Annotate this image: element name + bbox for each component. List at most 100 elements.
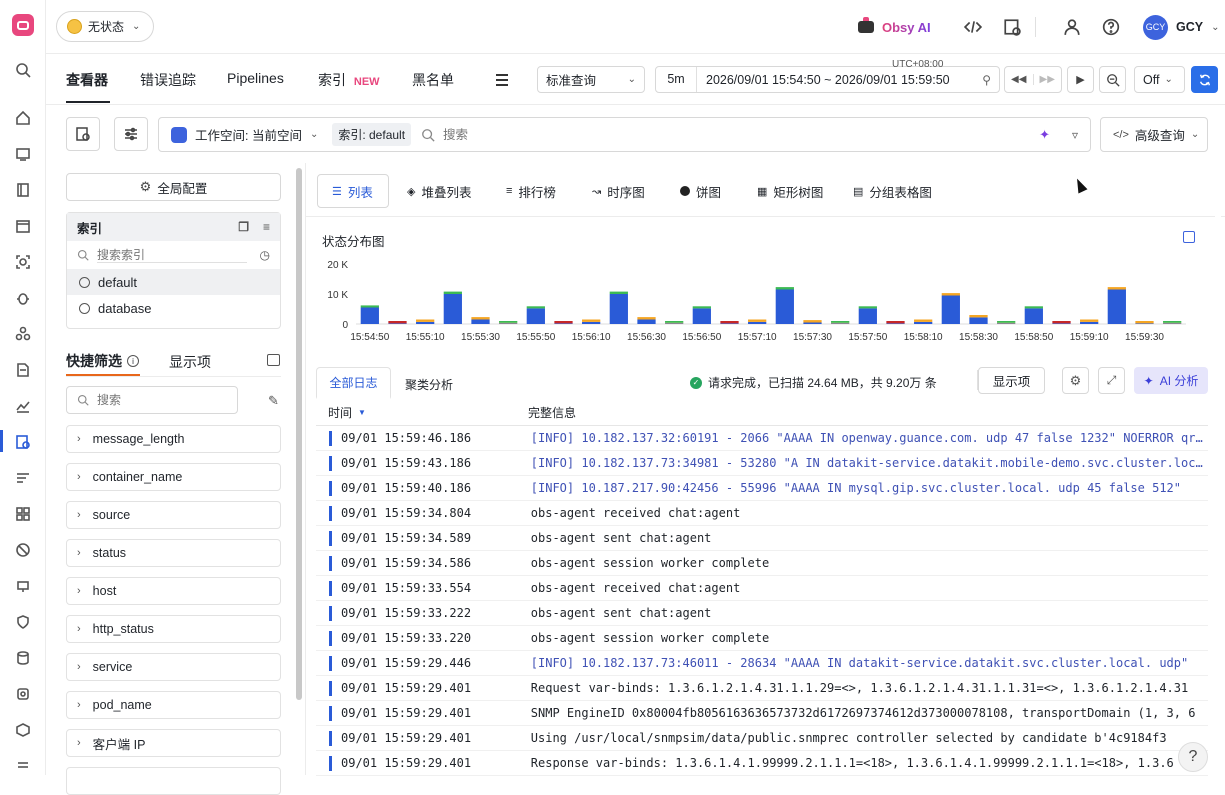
log-explorer-icon[interactable]	[14, 433, 32, 451]
tab-treemap[interactable]: ▦ 矩形树图	[757, 174, 823, 208]
bar-info[interactable]	[1135, 323, 1154, 324]
workspace-select[interactable]: 工作空间: 当前空间 ⌄	[159, 125, 318, 144]
index-item-default[interactable]: default	[67, 269, 280, 295]
filter-field[interactable]: › 客户端 IP	[66, 729, 281, 757]
chart-export-icon[interactable]	[1183, 231, 1195, 243]
save-query-button[interactable]	[66, 117, 100, 151]
refresh-button[interactable]	[1191, 66, 1218, 93]
copy-icon[interactable]: ❐	[238, 220, 249, 234]
tab-all-logs[interactable]: 全部日志	[316, 367, 391, 399]
bar-info[interactable]	[471, 319, 490, 325]
table-row[interactable]: 09/01 15:59:34.586 obs-agent session work…	[316, 551, 1208, 576]
cluster-icon[interactable]	[14, 325, 32, 343]
bar-info[interactable]	[831, 323, 850, 324]
bar-error[interactable]	[886, 321, 905, 324]
bar-warning[interactable]	[941, 293, 960, 296]
tab-quick-filter[interactable]: 快捷筛选 i	[66, 351, 139, 371]
filter-field[interactable]: › container_name	[66, 463, 281, 491]
user-menu[interactable]: GCY GCY ⌄	[1143, 0, 1219, 54]
bar-ok[interactable]	[775, 287, 794, 290]
bar-warning[interactable]	[831, 322, 850, 324]
bar-warning[interactable]	[637, 317, 656, 320]
bar-ok[interactable]	[443, 291, 462, 294]
bar-info[interactable]	[997, 323, 1016, 324]
bar-ok[interactable]	[831, 321, 850, 323]
grid-icon[interactable]	[14, 505, 32, 523]
bar-ok[interactable]	[1163, 321, 1182, 323]
alert-icon[interactable]	[14, 577, 32, 595]
bar-ok[interactable]	[665, 321, 684, 323]
time-range-picker[interactable]: 5m 2026/09/01 15:54:50 ~ 2026/09/01 15:5…	[655, 66, 1000, 93]
display-columns-button[interactable]: 显示项	[978, 367, 1045, 394]
history-icon[interactable]: ◷	[260, 248, 270, 262]
hexagon-icon[interactable]	[14, 721, 32, 739]
tab-cluster-analysis[interactable]: 聚类分析	[405, 376, 453, 393]
bar-error[interactable]	[720, 321, 739, 324]
settings-button[interactable]: ⚙	[1062, 367, 1089, 394]
collapse-panel-icon[interactable]	[267, 354, 280, 366]
bar-warning[interactable]	[665, 322, 684, 324]
index-tag[interactable]: 索引: default	[332, 123, 412, 146]
quick-range[interactable]: 5m	[656, 67, 697, 92]
bar-info[interactable]	[499, 323, 518, 324]
list-filter-icon[interactable]	[14, 469, 32, 487]
tab-ranking[interactable]: ≡ 排行榜	[506, 174, 556, 208]
filter-field[interactable]: › service	[66, 653, 281, 681]
bar-ok[interactable]	[360, 305, 379, 308]
advanced-query-button[interactable]: </> 高级查询 ⌄	[1100, 117, 1208, 152]
bar-warning[interactable]	[582, 319, 601, 322]
bar-ok[interactable]	[526, 306, 545, 309]
help-float-button[interactable]: ?	[1178, 742, 1208, 772]
pin-icon[interactable]: ⚲	[982, 73, 991, 87]
bar-info[interactable]	[554, 323, 573, 324]
global-config-button[interactable]: ⚙ 全局配置	[66, 173, 281, 201]
tab-index[interactable]: 索引 NEW	[318, 70, 380, 90]
scan-icon[interactable]	[14, 253, 32, 271]
column-time[interactable]: 时间 ▼	[328, 404, 528, 421]
bar-warning[interactable]	[803, 320, 822, 323]
bar-info[interactable]	[1163, 323, 1182, 324]
settings-icon[interactable]: ≡	[263, 220, 270, 234]
rewind-icon[interactable]: ◀◀	[1005, 74, 1034, 85]
table-row[interactable]: 09/01 15:59:43.186 [INFO] 10.182.137.73:3…	[316, 451, 1208, 476]
tab-grouped-table[interactable]: ▤ 分组表格图	[853, 174, 932, 208]
table-row[interactable]: 09/01 15:59:33.222 obs-agent sent chat:ag…	[316, 601, 1208, 626]
obsy-ai-button[interactable]: Obsy AI	[858, 0, 931, 54]
status-selector[interactable]: 无状态 ⌄	[56, 11, 154, 42]
tab-timeseries[interactable]: ↝ 时序图	[592, 174, 645, 208]
table-row[interactable]: 09/01 15:59:46.186 [INFO] 10.182.137.32:6…	[316, 426, 1208, 451]
tab-pie[interactable]: 饼图	[680, 174, 721, 208]
shield-icon[interactable]	[14, 613, 32, 631]
bar-info[interactable]	[1107, 289, 1126, 325]
query-mode-select[interactable]: 标准查询 ⌄	[537, 66, 645, 93]
filter-field[interactable]: › pod_name	[66, 691, 281, 719]
fullscreen-button[interactable]: ⤢	[1098, 367, 1125, 394]
tab-list[interactable]: ☰ 列表	[332, 174, 373, 208]
refresh-interval-select[interactable]: Off ⌄	[1134, 66, 1185, 93]
filter-field[interactable]: › message_length	[66, 425, 281, 453]
tab-viewer[interactable]: 查看器	[66, 70, 108, 90]
calendar-icon[interactable]	[14, 217, 32, 235]
code-icon[interactable]	[964, 0, 982, 54]
bar-error[interactable]	[388, 321, 407, 324]
filter-field[interactable]: › status	[66, 539, 281, 567]
search-icon[interactable]	[14, 61, 32, 79]
bar-info[interactable]	[775, 289, 794, 325]
bar-info[interactable]	[1024, 308, 1043, 324]
bar-info[interactable]	[388, 323, 407, 324]
document-icon[interactable]	[14, 361, 32, 379]
bar-info[interactable]	[858, 308, 877, 324]
bar-info[interactable]	[360, 307, 379, 325]
bar-ok[interactable]	[499, 321, 518, 323]
menu-icon[interactable]	[14, 757, 32, 775]
user-icon[interactable]	[1063, 0, 1081, 54]
bar-ok[interactable]	[858, 306, 877, 309]
tab-stacked-list[interactable]: ◈ 堆叠列表	[407, 174, 471, 208]
bar-info[interactable]	[748, 321, 767, 324]
bar-info[interactable]	[1080, 321, 1099, 324]
index-item-database[interactable]: database	[67, 295, 280, 321]
bar-info[interactable]	[914, 321, 933, 324]
bar-info[interactable]	[526, 308, 545, 324]
edit-icon[interactable]: ✎	[268, 393, 279, 409]
index-search-input[interactable]	[97, 247, 247, 263]
